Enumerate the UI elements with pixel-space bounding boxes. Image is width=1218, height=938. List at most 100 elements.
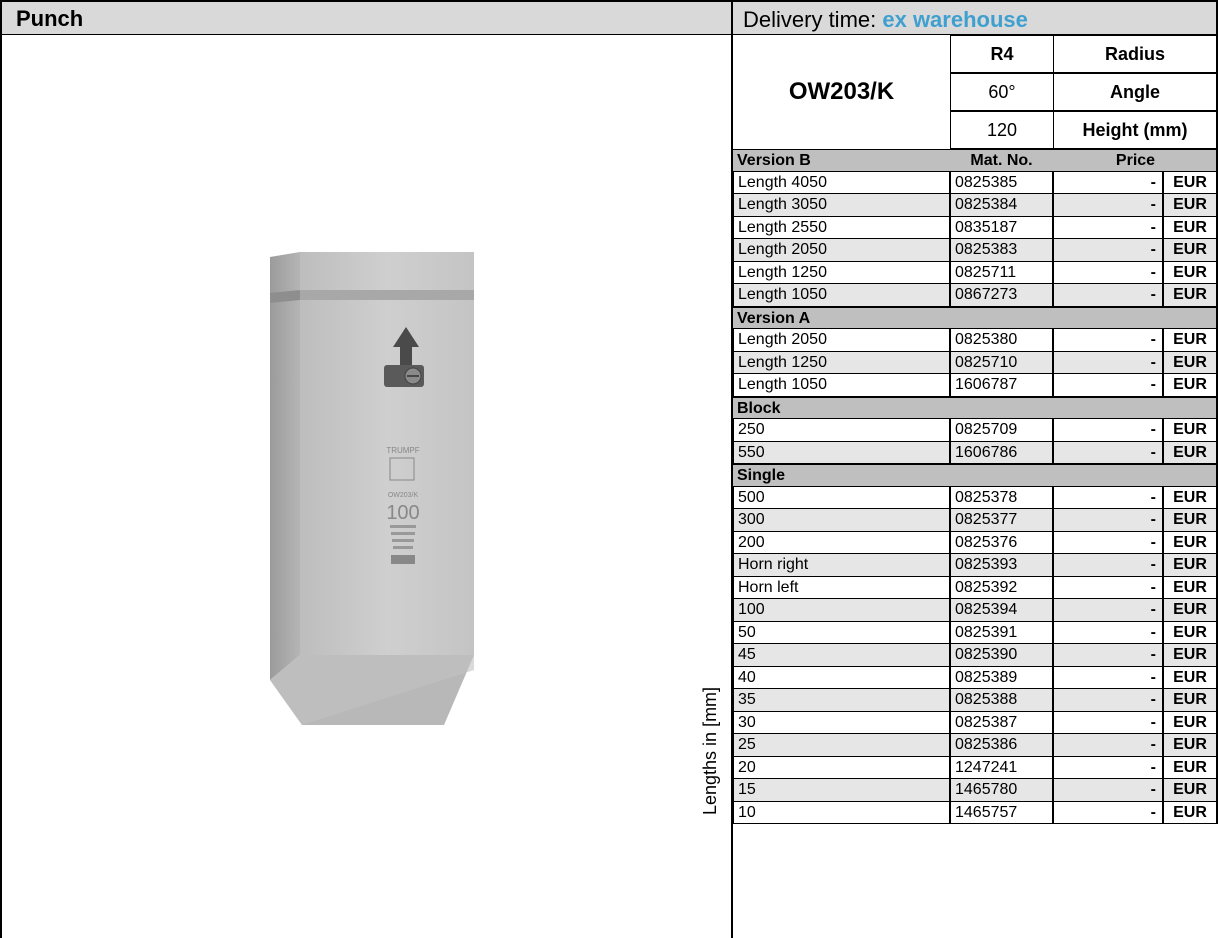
item-name: 30	[733, 711, 950, 734]
section-header: Block	[733, 396, 1218, 419]
material-number: 0825377	[950, 509, 1053, 532]
price-value: -	[1053, 239, 1163, 262]
price-value: -	[1053, 216, 1163, 239]
material-number: 0867273	[950, 284, 1053, 307]
engraved-brand: TRUMPF	[386, 446, 419, 455]
column-header-price: Price	[1115, 152, 1156, 169]
price-value: -	[1053, 734, 1163, 757]
model-name: OW203/K	[788, 78, 895, 105]
currency: EUR	[1163, 216, 1218, 239]
currency: EUR	[1163, 329, 1218, 352]
item-name: 50	[733, 621, 950, 644]
punch-tool-image: TRUMPF OW203/K 100	[270, 252, 474, 725]
currency: EUR	[1163, 554, 1218, 577]
table-row: 10 1465757- EUR	[733, 801, 1218, 824]
section-title: Single	[737, 467, 786, 484]
material-number: 0825388	[950, 689, 1053, 712]
material-number: 0825392	[950, 576, 1053, 599]
currency: EUR	[1163, 531, 1218, 554]
delivery-label-text: Delivery time:	[743, 7, 883, 32]
header-product: Punch	[0, 0, 733, 35]
table-row: Horn left 0825392- EUR	[733, 576, 1218, 599]
item-name: 550	[733, 441, 950, 464]
column-header-mat-no: Mat. No.	[970, 152, 1033, 169]
table-row: Length 2550 0835187- EUR	[733, 216, 1218, 239]
item-name: 35	[733, 689, 950, 712]
delivery-label: Delivery time: ex warehouse	[743, 7, 1028, 33]
item-name: Horn left	[733, 576, 950, 599]
item-name: Length 1050	[733, 374, 950, 397]
price-value: -	[1053, 509, 1163, 532]
material-number: 1247241	[950, 756, 1053, 779]
price-value: -	[1053, 779, 1163, 802]
table-row: 550 1606786- EUR	[733, 441, 1218, 464]
table-row: 45 0825390- EUR	[733, 644, 1218, 667]
price-value: -	[1053, 711, 1163, 734]
spec-radius-label: Radius	[1053, 35, 1218, 73]
currency: EUR	[1163, 239, 1218, 262]
price-value: -	[1053, 599, 1163, 622]
table-row: Length 2050 0825383- EUR	[733, 239, 1218, 262]
table-row: Length 1050 1606787- EUR	[733, 374, 1218, 397]
table-row: 20 1247241- EUR	[733, 756, 1218, 779]
currency: EUR	[1163, 509, 1218, 532]
spec-height-value: 120	[950, 111, 1053, 149]
material-number: 0825711	[950, 261, 1053, 284]
header-delivery: Delivery time: ex warehouse	[733, 0, 1218, 35]
section-title: Version A	[737, 309, 811, 327]
currency: EUR	[1163, 599, 1218, 622]
spec-height-label: Height (mm)	[1053, 111, 1218, 149]
item-name: 300	[733, 509, 950, 532]
item-name: 10	[733, 801, 950, 824]
currency: EUR	[1163, 644, 1218, 667]
material-number: 0825384	[950, 194, 1053, 217]
spec-block: OW203/K R4 Radius 60° Angle 120 Height (…	[733, 35, 1218, 149]
material-number: 0825394	[950, 599, 1053, 622]
material-number: 0825389	[950, 666, 1053, 689]
item-name: 45	[733, 644, 950, 667]
currency: EUR	[1163, 261, 1218, 284]
item-name: Length 3050	[733, 194, 950, 217]
currency: EUR	[1163, 576, 1218, 599]
table-row: 100 0825394- EUR	[733, 599, 1218, 622]
price-value: -	[1053, 666, 1163, 689]
material-number: 0825376	[950, 531, 1053, 554]
currency: EUR	[1163, 194, 1218, 217]
table-row: 30 0825387- EUR	[733, 711, 1218, 734]
currency: EUR	[1163, 486, 1218, 509]
currency: EUR	[1163, 711, 1218, 734]
currency: EUR	[1163, 351, 1218, 374]
material-number: 0835187	[950, 216, 1053, 239]
currency: EUR	[1163, 171, 1218, 194]
item-name: Length 2050	[733, 239, 950, 262]
item-name: 25	[733, 734, 950, 757]
table-row: Length 1250 0825711- EUR	[733, 261, 1218, 284]
spec-angle-label: Angle	[1053, 73, 1218, 111]
table-row: Length 4050 0825385- EUR	[733, 171, 1218, 194]
material-number: 0825380	[950, 329, 1053, 352]
product-title: Punch	[16, 6, 84, 31]
section-header: Single	[733, 464, 1218, 487]
item-name: Length 1250	[733, 351, 950, 374]
material-number: 0825390	[950, 644, 1053, 667]
item-name: 15	[733, 779, 950, 802]
price-value: -	[1053, 171, 1163, 194]
material-number: 0825393	[950, 554, 1053, 577]
currency: EUR	[1163, 734, 1218, 757]
currency: EUR	[1163, 779, 1218, 802]
material-number: 0825387	[950, 711, 1053, 734]
currency: EUR	[1163, 419, 1218, 442]
spec-angle-value: 60°	[950, 73, 1053, 111]
engraved-height: 100	[386, 502, 419, 524]
price-value: -	[1053, 689, 1163, 712]
material-number: 0825386	[950, 734, 1053, 757]
table-row: 35 0825388- EUR	[733, 689, 1218, 712]
spec-radius-value: R4	[950, 35, 1053, 73]
section-title: Version B	[737, 152, 811, 169]
table-row: 250 0825709- EUR	[733, 419, 1218, 442]
price-value: -	[1053, 419, 1163, 442]
price-value: -	[1053, 531, 1163, 554]
table-row: Length 1250 0825710- EUR	[733, 351, 1218, 374]
table-row: Length 2050 0825380- EUR	[733, 329, 1218, 352]
currency: EUR	[1163, 756, 1218, 779]
